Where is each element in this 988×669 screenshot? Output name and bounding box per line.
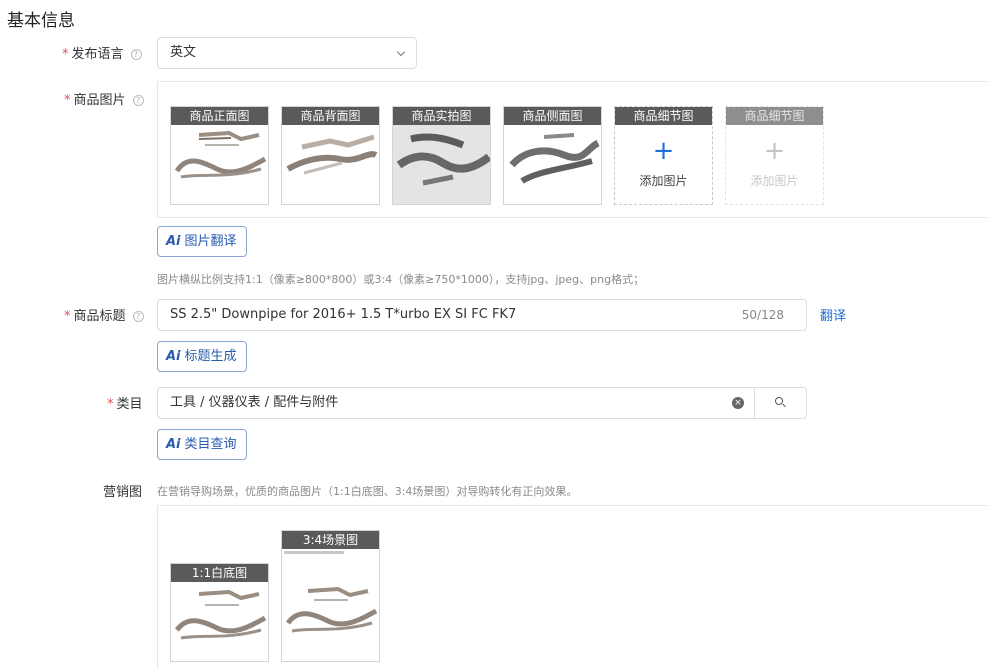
title-generate-label: 标题生成 — [184, 349, 237, 364]
category-search-button[interactable] — [754, 388, 807, 418]
question-circle-icon[interactable]: ? — [130, 49, 142, 60]
image-caption: 商品实拍图 — [393, 107, 490, 125]
language-select[interactable]: 英文 — [157, 37, 417, 69]
downpipe-photo — [284, 551, 378, 633]
title-char-counter: 50/128 — [741, 308, 784, 322]
title-input[interactable]: SS 2.5" Downpipe for 2016+ 1.5 T*urbo EX… — [157, 299, 807, 331]
downpipe-photo — [286, 134, 378, 175]
product-images-label-text: 商品图片 — [73, 93, 126, 108]
section-title: 基本信息 — [7, 11, 75, 31]
image-caption: 3:4场景图 — [282, 531, 379, 549]
category-label: * 类目 — [107, 393, 143, 412]
required-mark: * — [62, 47, 69, 62]
image-card-back[interactable]: 商品背面图 — [281, 106, 380, 205]
plus-icon: + — [763, 136, 786, 166]
language-value: 英文 — [170, 45, 197, 60]
question-circle-icon[interactable]: ? — [132, 95, 144, 106]
search-icon — [775, 397, 783, 405]
category-query-button[interactable]: Ai 类目查询 — [157, 429, 247, 460]
image-format-hint: 图片横纵比例支持1:1（像素≥800*800）或3:4（像素≥750*1000）… — [157, 273, 645, 286]
image-translate-label: 图片翻译 — [184, 234, 237, 249]
marketing-hint: 在营销导购场景，优质的商品图片（1:1白底图、3:4场景图）对导购转化有正向效果… — [157, 485, 578, 498]
category-query-label: 类目查询 — [184, 437, 237, 452]
image-caption: 商品细节图 — [726, 107, 823, 125]
required-mark: * — [64, 93, 71, 108]
question-circle-icon[interactable]: ? — [132, 311, 144, 322]
add-image-button[interactable]: 商品细节图 + 添加图片 — [614, 106, 713, 205]
language-label-text: 发布语言 — [71, 47, 124, 62]
image-caption: 商品侧面图 — [504, 107, 601, 125]
image-caption: 1:1白底图 — [171, 564, 268, 582]
title-generate-button[interactable]: Ai 标题生成 — [157, 341, 247, 372]
language-label: * 发布语言? — [62, 43, 142, 62]
marketing-card-white[interactable]: 1:1白底图 — [170, 563, 269, 662]
plus-icon: + — [652, 136, 675, 166]
downpipe-photo — [174, 130, 267, 179]
title-value: SS 2.5" Downpipe for 2016+ 1.5 T*urbo EX… — [170, 307, 517, 322]
title-label-text: 商品标题 — [73, 309, 126, 324]
required-mark: * — [64, 309, 71, 324]
ai-icon: Ai — [166, 234, 181, 249]
translate-link[interactable]: 翻译 — [820, 305, 846, 324]
ai-icon: Ai — [166, 437, 181, 452]
category-value: 工具 / 仪器仪表 / 配件与附件 — [170, 395, 339, 410]
image-caption: 商品正面图 — [171, 107, 268, 125]
image-card-side[interactable]: 商品侧面图 — [503, 106, 602, 205]
required-mark: * — [107, 397, 114, 412]
downpipe-photo — [174, 589, 267, 640]
add-image-label: 添加图片 — [750, 174, 799, 188]
title-label: * 商品标题? — [64, 305, 144, 324]
image-translate-button[interactable]: Ai 图片翻译 — [157, 226, 247, 257]
downpipe-photo — [393, 125, 490, 204]
image-card-front[interactable]: 商品正面图 — [170, 106, 269, 205]
image-caption: 商品细节图 — [615, 107, 712, 125]
add-image-button-disabled: 商品细节图 + 添加图片 — [725, 106, 824, 205]
clear-icon[interactable]: × — [732, 397, 744, 409]
image-caption: 商品背面图 — [282, 107, 379, 125]
marketing-label: 营销图 — [103, 485, 143, 500]
add-image-label: 添加图片 — [639, 174, 688, 188]
image-card-actual[interactable]: 商品实拍图 — [392, 106, 491, 205]
marketing-card-scene[interactable]: 3:4场景图 — [281, 530, 380, 662]
category-input[interactable]: 工具 / 仪器仪表 / 配件与附件 × — [157, 387, 807, 419]
category-label-text: 类目 — [116, 397, 143, 412]
downpipe-photo — [509, 133, 600, 184]
product-images-label: * 商品图片? — [64, 89, 144, 108]
chevron-down-icon — [396, 47, 406, 57]
ai-icon: Ai — [166, 349, 181, 364]
